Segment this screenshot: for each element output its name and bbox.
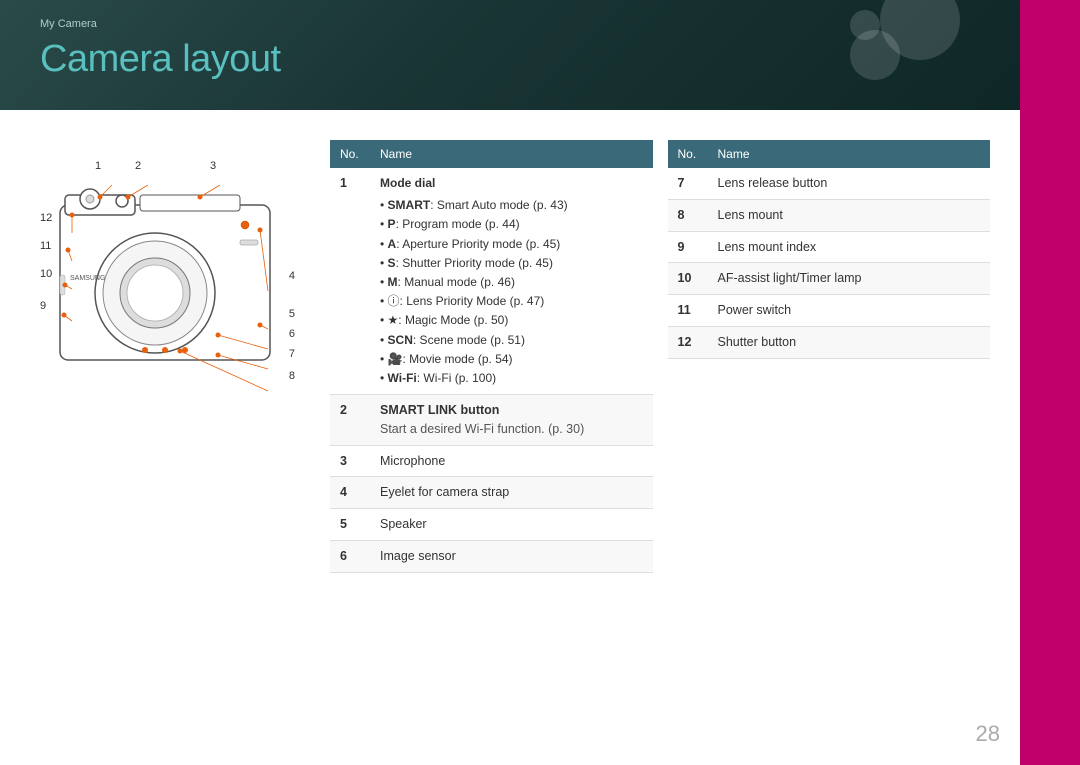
table-row: 2 SMART LINK button Start a desired Wi-F… <box>330 395 653 446</box>
cam-label-1: 1 <box>95 160 101 172</box>
table-row: 9 Lens mount index <box>668 231 991 263</box>
table-row: 12 Shutter button <box>668 326 991 358</box>
row-no: 11 <box>668 295 708 327</box>
right-table: No. Name 7 Lens release button 8 Lens mo… <box>668 140 991 359</box>
row-content: Lens mount index <box>708 231 991 263</box>
row-content: Shutter button <box>708 326 991 358</box>
left-table-header-name: Name <box>370 140 653 168</box>
page-title: Camera layout <box>40 38 281 81</box>
row-no: 8 <box>668 199 708 231</box>
content-area: 1 2 3 12 11 10 9 4 5 6 7 8 <box>0 110 1020 765</box>
right-table-header-no: No. <box>668 140 708 168</box>
top-bar-accent <box>1020 0 1080 765</box>
page-number: 28 <box>976 721 1000 747</box>
right-table-header-name: Name <box>708 140 991 168</box>
camera-diagram: 1 2 3 12 11 10 9 4 5 6 7 8 <box>30 140 310 735</box>
camera-svg: SAMSUNG <box>50 175 280 405</box>
row-content: Microphone <box>370 445 653 477</box>
mode-item-p: P: Program mode (p. 44) <box>380 215 643 234</box>
row-no: 3 <box>330 445 370 477</box>
row-no: 6 <box>330 540 370 572</box>
row-content: Power switch <box>708 295 991 327</box>
left-table: No. Name 1 Mode dial SMART: Smart Auto m… <box>330 140 653 573</box>
table-row: 1 Mode dial SMART: Smart Auto mode (p. 4… <box>330 168 653 395</box>
row-content: Mode dial SMART: Smart Auto mode (p. 43)… <box>370 168 653 395</box>
row-content: AF-assist light/Timer lamp <box>708 263 991 295</box>
mode-item-movie: 🎥: Movie mode (p. 54) <box>380 350 643 369</box>
row-no: 5 <box>330 509 370 541</box>
mode-item-s: S: Shutter Priority mode (p. 45) <box>380 254 643 273</box>
table-row: 6 Image sensor <box>330 540 653 572</box>
table-row: 4 Eyelet for camera strap <box>330 477 653 509</box>
right-table-section: No. Name 7 Lens release button 8 Lens mo… <box>668 140 991 735</box>
decorative-dot-3 <box>850 10 880 40</box>
mode-item-wifi: Wi-Fi: Wi-Fi (p. 100) <box>380 369 643 388</box>
table-row: 5 Speaker <box>330 509 653 541</box>
cam-label-8: 8 <box>289 370 295 382</box>
mode-item-a: A: Aperture Priority mode (p. 45) <box>380 235 643 254</box>
row-no: 2 <box>330 395 370 446</box>
svg-text:SAMSUNG: SAMSUNG <box>70 275 105 282</box>
cam-label-7: 7 <box>289 348 295 360</box>
cam-label-4: 4 <box>289 270 295 282</box>
row-no: 9 <box>668 231 708 263</box>
cam-label-9: 9 <box>40 300 46 312</box>
cam-label-6: 6 <box>289 328 295 340</box>
tables-area: No. Name 1 Mode dial SMART: Smart Auto m… <box>330 140 990 735</box>
row-no: 10 <box>668 263 708 295</box>
row-no: 4 <box>330 477 370 509</box>
mode-item-smart: SMART: Smart Auto mode (p. 43) <box>380 196 643 215</box>
table-row: 3 Microphone <box>330 445 653 477</box>
table-row: 7 Lens release button <box>668 168 991 199</box>
mode-item-i: ⓘ: Lens Priority Mode (p. 47) <box>380 292 643 311</box>
mode-list: SMART: Smart Auto mode (p. 43) P: Progra… <box>380 196 643 388</box>
table-row: 11 Power switch <box>668 295 991 327</box>
cam-label-3: 3 <box>210 160 216 172</box>
left-table-section: No. Name 1 Mode dial SMART: Smart Auto m… <box>330 140 653 735</box>
row-content: Eyelet for camera strap <box>370 477 653 509</box>
breadcrumb: My Camera <box>40 18 97 30</box>
row-no: 12 <box>668 326 708 358</box>
row-content: Image sensor <box>370 540 653 572</box>
row-content: Speaker <box>370 509 653 541</box>
row-content: Lens mount <box>708 199 991 231</box>
mode-item-star: ★: Magic Mode (p. 50) <box>380 311 643 330</box>
table-row: 10 AF-assist light/Timer lamp <box>668 263 991 295</box>
table-row: 8 Lens mount <box>668 199 991 231</box>
smart-link-desc: Start a desired Wi-Fi function. (p. 30) <box>380 420 643 439</box>
smart-link-title: SMART LINK button <box>380 401 643 420</box>
row-no: 7 <box>668 168 708 199</box>
row-no: 1 <box>330 168 370 395</box>
left-table-header-no: No. <box>330 140 370 168</box>
mode-item-scn: SCN: Scene mode (p. 51) <box>380 331 643 350</box>
mode-dial-title: Mode dial <box>380 174 643 193</box>
mode-dial-content: Mode dial SMART: Smart Auto mode (p. 43)… <box>380 174 643 388</box>
cam-label-2: 2 <box>135 160 141 172</box>
row-content: SMART LINK button Start a desired Wi-Fi … <box>370 395 653 446</box>
mode-item-m: M: Manual mode (p. 46) <box>380 273 643 292</box>
row-content: Lens release button <box>708 168 991 199</box>
cam-label-5: 5 <box>289 308 295 320</box>
